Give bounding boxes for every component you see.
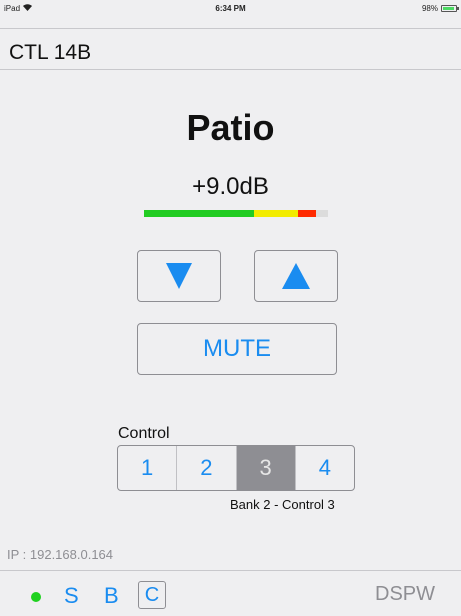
- battery-icon: [441, 5, 459, 12]
- arrow-down-icon: [166, 263, 192, 289]
- control-label: Control: [118, 425, 170, 442]
- control-option-2[interactable]: 2: [177, 446, 237, 490]
- status-bar: iPad 6:34 PM 98%: [0, 0, 461, 18]
- page-title: CTL 14B: [9, 41, 92, 64]
- meter-segment: [254, 210, 298, 217]
- footer-bar: S B C DSPW: [0, 570, 461, 616]
- header-bar: CTL 14B: [0, 28, 461, 70]
- ip-address: IP : 192.168.0.164: [7, 547, 114, 562]
- control-option-4[interactable]: 4: [296, 446, 354, 490]
- connection-status-dot: [31, 592, 41, 602]
- meter-segment: [144, 210, 254, 217]
- level-readout: +9.0dB: [192, 173, 269, 200]
- c-button[interactable]: C: [138, 581, 166, 609]
- mute-button[interactable]: MUTE: [137, 323, 337, 375]
- s-button[interactable]: S: [64, 583, 79, 609]
- status-time: 6:34 PM: [215, 4, 246, 13]
- b-button[interactable]: B: [104, 583, 119, 609]
- control-segmented-control: 1 2 3 4: [117, 445, 355, 491]
- control-option-1[interactable]: 1: [118, 446, 178, 490]
- brand-label: DSPW: [375, 583, 435, 605]
- bank-control-label: Bank 2 - Control 3: [230, 497, 335, 512]
- arrow-up-icon: [282, 263, 310, 289]
- battery-percent: 98%: [421, 4, 438, 13]
- level-meter: [144, 210, 328, 217]
- volume-up-button[interactable]: [254, 250, 338, 302]
- control-option-3[interactable]: 3: [236, 446, 296, 490]
- zone-name: Patio: [186, 107, 275, 148]
- meter-segment: [298, 210, 316, 217]
- status-right: 98%: [421, 4, 459, 13]
- volume-down-button[interactable]: [137, 250, 221, 302]
